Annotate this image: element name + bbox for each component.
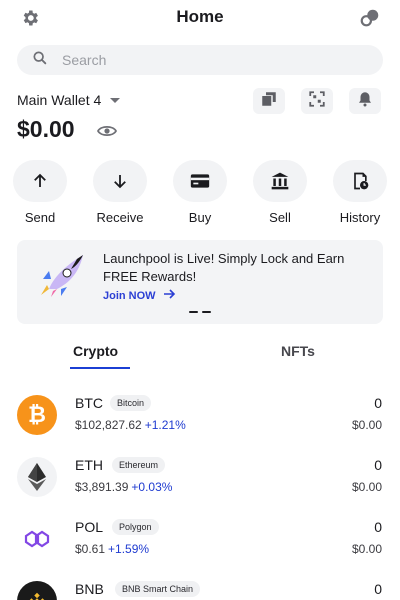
history-button[interactable]: History <box>330 160 390 225</box>
asset-price: $0.61 +1.59% <box>75 542 150 556</box>
asset-row-btc[interactable]: ₿ BTC Bitcoin $102,827.62 +1.21% 0 $0.00 <box>0 392 400 440</box>
banner-text: Launchpool is Live! Simply Lock and Earn… <box>103 251 345 284</box>
tab-crypto[interactable]: Crypto <box>73 343 118 359</box>
arrow-up-icon <box>13 160 67 202</box>
asset-symbol: ETH <box>75 457 103 473</box>
wallet-balance: $0.00 <box>17 116 75 142</box>
asset-symbol: BTC <box>75 395 103 411</box>
asset-change: +0.03% <box>131 480 173 494</box>
asset-row-bnb[interactable]: BNB BNB Smart Chain 0 <box>0 578 400 600</box>
asset-value: $0.00 <box>351 542 382 556</box>
asset-amount: 0 <box>374 581 382 597</box>
join-now-label: Join NOW <box>103 289 156 302</box>
send-button[interactable]: Send <box>10 160 70 225</box>
copy-icon <box>260 90 278 113</box>
active-tab-indicator <box>70 367 130 369</box>
wallet-selector[interactable]: Main Wallet 4 <box>17 92 121 108</box>
carousel-indicator <box>187 311 213 313</box>
asset-symbol: BNB <box>75 581 104 597</box>
bitcoin-icon: ₿ <box>17 395 57 435</box>
join-now-link[interactable]: Join NOW <box>103 289 176 302</box>
notifications-button[interactable] <box>349 88 381 114</box>
promo-banner[interactable]: Launchpool is Live! Simply Lock and Earn… <box>17 240 383 324</box>
eye-icon[interactable] <box>96 124 118 143</box>
buy-button[interactable]: Buy <box>170 160 230 225</box>
asset-change: +1.59% <box>108 542 150 556</box>
asset-name-badge: Ethereum <box>112 457 166 473</box>
action-buttons: Send Receive Buy Sell History <box>0 160 400 226</box>
asset-amount: 0 <box>374 457 382 473</box>
bank-icon <box>253 160 307 202</box>
asset-name-badge: Polygon <box>112 519 159 535</box>
asset-price: $3,891.39 +0.03% <box>75 480 173 494</box>
arrow-right-icon <box>156 289 176 302</box>
asset-change: +1.21% <box>144 418 186 432</box>
buy-label: Buy <box>188 210 212 225</box>
history-icon <box>333 160 387 202</box>
receive-button[interactable]: Receive <box>90 160 150 225</box>
history-label: History <box>339 210 381 225</box>
asset-row-pol[interactable]: POL Polygon $0.61 +1.59% 0 $0.00 <box>0 516 400 564</box>
asset-amount: 0 <box>374 519 382 535</box>
wallet-name: Main Wallet 4 <box>17 92 102 108</box>
bell-icon <box>356 90 374 113</box>
sell-button[interactable]: Sell <box>250 160 310 225</box>
scan-icon <box>308 90 326 113</box>
asset-amount: 0 <box>374 395 382 411</box>
link-icon[interactable] <box>358 6 382 30</box>
copy-address-button[interactable] <box>253 88 285 114</box>
bnb-icon <box>17 581 57 600</box>
asset-price: $102,827.62 +1.21% <box>75 418 186 432</box>
asset-name-badge: BNB Smart Chain <box>115 581 201 597</box>
top-bar: Home <box>0 0 400 36</box>
chevron-down-icon <box>109 92 121 108</box>
receive-label: Receive <box>96 210 144 225</box>
scan-button[interactable] <box>301 88 333 114</box>
asset-symbol: POL <box>75 519 104 535</box>
tab-nfts[interactable]: NFTs <box>281 343 315 359</box>
search-input[interactable]: Search <box>62 52 106 68</box>
arrow-down-icon <box>93 160 147 202</box>
page-title: Home <box>176 7 224 26</box>
asset-row-eth[interactable]: ETH Ethereum $3,891.39 +0.03% 0 $0.00 <box>0 454 400 502</box>
send-label: Send <box>24 210 56 225</box>
asset-value: $0.00 <box>351 418 382 432</box>
rocket-icon <box>39 249 91 302</box>
polygon-icon <box>17 519 57 559</box>
sell-label: Sell <box>269 210 291 225</box>
asset-name-badge: Bitcoin <box>110 395 152 411</box>
card-icon <box>173 160 227 202</box>
asset-value: $0.00 <box>351 480 382 494</box>
search-bar[interactable]: Search <box>17 45 383 75</box>
ethereum-icon <box>17 457 57 497</box>
search-icon <box>32 50 48 71</box>
